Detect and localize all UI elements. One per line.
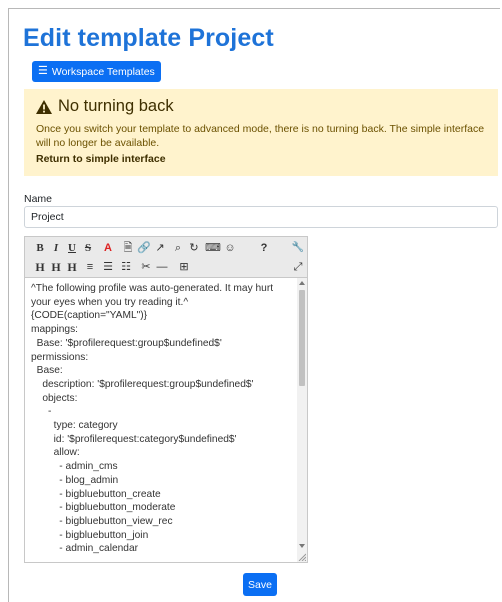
alert-title: No turning back bbox=[58, 97, 174, 115]
editor-line: - admin_calendar bbox=[31, 543, 139, 555]
link-icon[interactable]: 🔗 bbox=[137, 239, 151, 257]
numbered-list-button[interactable]: ☷ bbox=[119, 258, 133, 276]
align-center-button[interactable]: ≡ bbox=[83, 258, 97, 276]
return-simple-link[interactable]: Return to simple interface bbox=[36, 153, 166, 165]
page-title: Edit template Project bbox=[23, 24, 274, 52]
toolbar-row-1: B I U S A 🗎 🔗 ↗ ⌕ ↻ ⌨ ☺? 🔧 bbox=[25, 239, 307, 257]
insert-file-icon[interactable]: 🗎 bbox=[121, 239, 135, 257]
warning-alert: No turning back Once you switch your tem… bbox=[24, 89, 498, 176]
cut-icon[interactable]: ✂ bbox=[139, 258, 153, 276]
heading3-button[interactable]: H bbox=[65, 258, 79, 276]
strikethrough-button[interactable]: S bbox=[81, 239, 95, 257]
scroll-up-icon[interactable] bbox=[299, 281, 305, 285]
wrench-icon[interactable]: 🔧 bbox=[291, 239, 305, 257]
smiley-icon[interactable]: ☺ bbox=[223, 239, 237, 257]
warning-triangle-icon bbox=[36, 99, 52, 114]
workspace-templates-button[interactable]: ☰ Workspace Templates bbox=[32, 61, 161, 82]
scroll-down-icon[interactable] bbox=[299, 544, 305, 548]
editor-line: mappings: bbox=[31, 324, 79, 336]
code-editor: B I U S A 🗎 🔗 ↗ ⌕ ↻ ⌨ ☺? 🔧 H H H ≡ ☰ ☷ ✂ — ⊞ ⤢ ^The following… bbox=[24, 236, 308, 563]
underline-button[interactable]: U bbox=[65, 239, 79, 257]
edit-link-icon[interactable]: ↗ bbox=[153, 239, 167, 257]
editor-line: objects: bbox=[31, 392, 78, 404]
heading1-button[interactable]: H bbox=[33, 258, 47, 276]
find-icon[interactable]: ⌕ bbox=[171, 239, 185, 257]
editor-scrollbar[interactable] bbox=[297, 278, 307, 562]
editor-line: - bigbluebutton_join bbox=[31, 529, 149, 541]
scroll-thumb[interactable] bbox=[299, 290, 305, 386]
horizontal-rule-button[interactable]: — bbox=[155, 258, 169, 276]
alert-body: Once you switch your template to advance… bbox=[36, 123, 485, 149]
editor-textarea[interactable]: ^The following profile was auto-generate… bbox=[25, 278, 297, 562]
redo-icon[interactable]: ↻ bbox=[187, 239, 201, 257]
keyboard-icon[interactable]: ⌨ bbox=[205, 239, 221, 257]
bold-button[interactable]: B bbox=[33, 239, 47, 257]
toolbar-row-2: H H H ≡ ☰ ☷ ✂ — ⊞ ⤢ bbox=[25, 258, 307, 276]
editor-line: - blog_admin bbox=[31, 474, 119, 486]
alert-heading: No turning back bbox=[36, 97, 486, 116]
heading2-button[interactable]: H bbox=[49, 258, 63, 276]
editor-toolbar: B I U S A 🗎 🔗 ↗ ⌕ ↻ ⌨ ☺? 🔧 H H H ≡ ☰ ☷ ✂ — ⊞ ⤢ bbox=[25, 237, 307, 278]
editor-line: {CODE(caption="YAML")} bbox=[31, 310, 148, 322]
editor-line: ^The following profile was auto-generate… bbox=[31, 283, 274, 308]
text-color-button[interactable]: A bbox=[101, 239, 115, 257]
editor-line: - bigbluebutton_moderate bbox=[31, 502, 176, 514]
editor-line: - bigbluebutton_view_rec bbox=[31, 515, 173, 527]
editor-line: - bigbluebutton_create bbox=[31, 488, 161, 500]
name-label: Name bbox=[24, 193, 53, 205]
editor-line: allow: bbox=[31, 447, 80, 459]
editor-line: permissions: bbox=[31, 351, 89, 363]
editor-line: type: category bbox=[31, 420, 118, 432]
bullet-list-button[interactable]: ☰ bbox=[101, 258, 115, 276]
resize-grip-icon[interactable] bbox=[298, 553, 306, 561]
italic-button[interactable]: I bbox=[49, 239, 63, 257]
editor-line: - bbox=[31, 406, 52, 418]
fullscreen-icon[interactable]: ⤢ bbox=[291, 258, 305, 276]
editor-line: - admin_cms bbox=[31, 461, 118, 473]
list-icon: ☰ bbox=[38, 65, 48, 77]
help-icon[interactable]: ? bbox=[257, 239, 271, 257]
editor-line: Base: '$profilerequest:group$undefined$' bbox=[31, 337, 222, 349]
editor-line: id: '$profilerequest:category$undefined$… bbox=[31, 433, 237, 445]
save-button[interactable]: Save bbox=[243, 573, 277, 596]
workspace-templates-label: Workspace Templates bbox=[51, 65, 155, 78]
name-input[interactable] bbox=[24, 206, 498, 228]
editor-line: Base: bbox=[31, 365, 63, 377]
editor-line: description: '$profilerequest:group$unde… bbox=[31, 378, 254, 390]
table-icon[interactable]: ⊞ bbox=[177, 258, 191, 276]
